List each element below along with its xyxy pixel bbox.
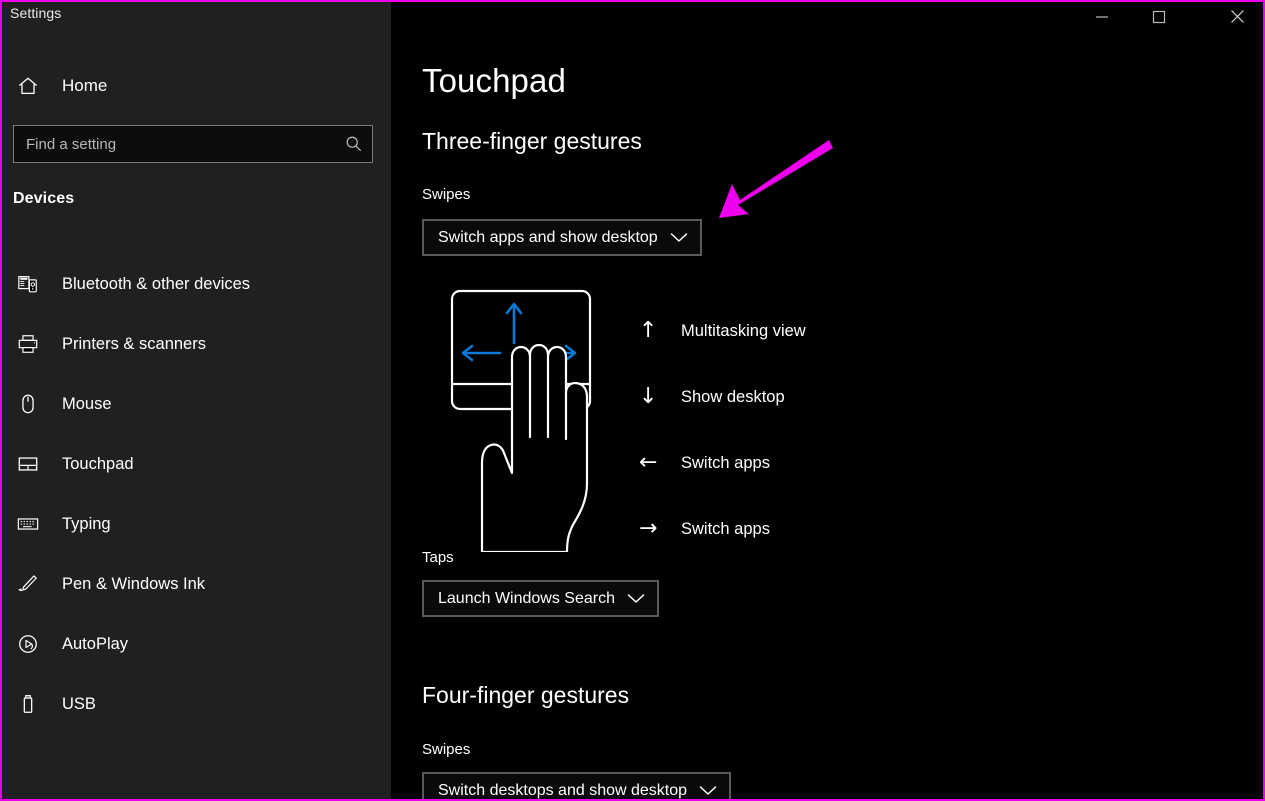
sidebar-item-pen-windows-ink[interactable]: Pen & Windows Ink bbox=[2, 554, 391, 614]
sidebar-item-label: Pen & Windows Ink bbox=[62, 575, 205, 594]
maximize-button[interactable] bbox=[1136, 2, 1182, 31]
page-title: Touchpad bbox=[422, 62, 566, 100]
dropdown-three-finger-taps[interactable]: Launch Windows Search bbox=[422, 580, 659, 617]
sidebar-item-home[interactable]: Home bbox=[2, 66, 391, 106]
gesture-action-label: Show desktop bbox=[681, 388, 785, 407]
sidebar-item-label: Touchpad bbox=[62, 455, 134, 474]
chevron-down-icon bbox=[670, 232, 688, 243]
chevron-down-icon bbox=[627, 593, 645, 604]
dropdown-four-finger-swipes[interactable]: Switch desktops and show desktop bbox=[422, 772, 731, 799]
sidebar-item-bluetooth-other-devices[interactable]: Bluetooth & other devices bbox=[2, 254, 391, 314]
mouse-icon bbox=[12, 393, 44, 415]
dropdown-three-finger-swipes[interactable]: Switch apps and show desktop bbox=[422, 219, 702, 256]
sidebar-item-label: USB bbox=[62, 695, 96, 714]
gesture-legend-list: ↑ Multitasking view ↓ Show desktop ← Swi… bbox=[639, 298, 969, 562]
search-input[interactable]: Find a setting bbox=[13, 125, 373, 163]
minimize-button[interactable] bbox=[1079, 2, 1125, 31]
sidebar-nav-list: Bluetooth & other devices Printers & sca… bbox=[2, 254, 391, 734]
gesture-action-label: Switch apps bbox=[681, 520, 770, 539]
sidebar-item-label: AutoPlay bbox=[62, 635, 128, 654]
label-swipes-three-finger: Swipes bbox=[422, 186, 470, 203]
main-content: Touchpad Three-finger gestures Swipes Sw… bbox=[391, 2, 1263, 799]
bluetooth-devices-icon bbox=[12, 273, 44, 295]
sidebar: Home Find a setting Devices bbox=[2, 2, 391, 799]
sidebar-item-autoplay[interactable]: AutoPlay bbox=[2, 614, 391, 674]
sidebar-item-label: Typing bbox=[62, 515, 111, 534]
search-icon[interactable] bbox=[336, 135, 372, 153]
home-icon bbox=[12, 75, 44, 97]
autoplay-icon bbox=[12, 633, 44, 655]
search-input-placeholder: Find a setting bbox=[14, 136, 336, 153]
label-taps-three-finger: Taps bbox=[422, 549, 454, 566]
chevron-down-icon bbox=[699, 785, 717, 796]
sidebar-item-home-label: Home bbox=[62, 76, 107, 96]
gesture-action-label: Multitasking view bbox=[681, 322, 806, 341]
sidebar-item-usb[interactable]: USB bbox=[2, 674, 391, 734]
sidebar-item-mouse[interactable]: Mouse bbox=[2, 374, 391, 434]
close-button[interactable] bbox=[1214, 2, 1260, 31]
dropdown-value: Launch Windows Search bbox=[424, 590, 615, 608]
sidebar-item-label: Bluetooth & other devices bbox=[62, 275, 250, 294]
section-heading-three-finger: Three-finger gestures bbox=[422, 128, 642, 155]
sidebar-item-touchpad[interactable]: Touchpad bbox=[2, 434, 391, 494]
keyboard-icon bbox=[12, 513, 44, 535]
pen-icon bbox=[12, 573, 44, 595]
section-heading-four-finger: Four-finger gestures bbox=[422, 682, 629, 709]
minimize-icon bbox=[1095, 10, 1109, 24]
close-icon bbox=[1230, 9, 1245, 24]
label-swipes-four-finger: Swipes bbox=[422, 741, 470, 758]
maximize-icon bbox=[1152, 10, 1166, 24]
sidebar-item-typing[interactable]: Typing bbox=[2, 494, 391, 554]
arrow-right-icon: → bbox=[639, 518, 681, 540]
gesture-row: ↑ Multitasking view bbox=[639, 298, 969, 364]
gesture-row: ↓ Show desktop bbox=[639, 364, 969, 430]
sidebar-item-label: Mouse bbox=[62, 395, 112, 414]
arrow-down-icon: ↓ bbox=[639, 386, 681, 408]
dropdown-value: Switch desktops and show desktop bbox=[424, 782, 687, 800]
settings-window: Settings bbox=[0, 0, 1265, 801]
usb-icon bbox=[12, 693, 44, 715]
title-bar: Settings bbox=[2, 2, 1263, 32]
gesture-row: ← Switch apps bbox=[639, 430, 969, 496]
sidebar-category-heading: Devices bbox=[13, 190, 74, 208]
arrow-left-icon: ← bbox=[639, 452, 681, 474]
sidebar-item-label: Printers & scanners bbox=[62, 335, 206, 354]
touchpad-icon bbox=[12, 453, 44, 475]
gesture-action-label: Switch apps bbox=[681, 454, 770, 473]
window-title: Settings bbox=[10, 5, 61, 21]
sidebar-item-printers-scanners[interactable]: Printers & scanners bbox=[2, 314, 391, 374]
gesture-row: → Switch apps bbox=[639, 496, 969, 562]
printer-icon bbox=[12, 333, 44, 355]
arrow-up-icon: ↑ bbox=[639, 320, 681, 342]
dropdown-value: Switch apps and show desktop bbox=[424, 229, 658, 247]
three-finger-swipe-illustration bbox=[446, 287, 606, 552]
